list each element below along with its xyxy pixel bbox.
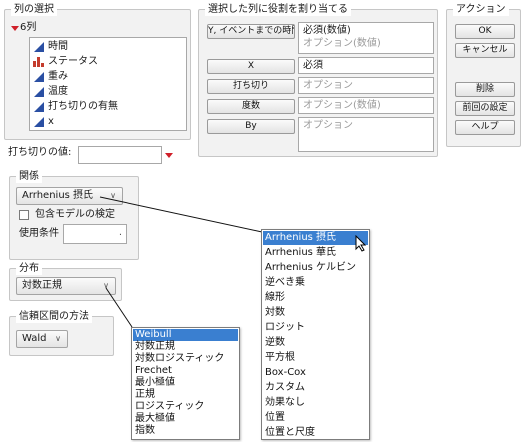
distribution-menu-item[interactable]: Weibull: [133, 329, 238, 341]
relationship-menu-item[interactable]: カスタム: [263, 381, 368, 395]
relationship-menu-item[interactable]: 位置: [263, 411, 368, 425]
distribution-menu-item[interactable]: 対数正規: [133, 341, 238, 353]
distribution-menu-item[interactable]: 最小極値: [133, 377, 238, 389]
relationship-menu-item[interactable]: 逆べき乗: [263, 276, 368, 290]
relationship-menu-item[interactable]: Arrhenius ケルビン: [263, 261, 368, 275]
relationship-menu-item[interactable]: Arrhenius 摂氏: [263, 231, 368, 245]
relationship-menu-item[interactable]: 位置と尺度: [263, 426, 368, 440]
relationship-menu-item[interactable]: 逆数: [263, 336, 368, 350]
relationship-menu-item[interactable]: 効果なし: [263, 396, 368, 410]
relationship-menu-item[interactable]: ロジット: [263, 321, 368, 335]
distribution-menu-item[interactable]: 対数ロジスティック: [133, 353, 238, 365]
distribution-menu-item[interactable]: ロジスティック: [133, 401, 238, 413]
distribution-menu-item[interactable]: Frechet: [133, 365, 238, 377]
distribution-menu-item[interactable]: 指数: [133, 425, 238, 437]
relationship-menu-item[interactable]: 平方根: [263, 351, 368, 365]
relationship-menu[interactable]: Arrhenius 摂氏 Arrhenius 華氏 Arrhenius ケルビン…: [261, 229, 370, 440]
relationship-menu-item[interactable]: Arrhenius 華氏: [263, 246, 368, 260]
distribution-menu-item[interactable]: 最大極値: [133, 413, 238, 425]
mouse-cursor-icon: [355, 235, 367, 252]
distribution-menu-item[interactable]: 正規: [133, 389, 238, 401]
relationship-menu-item[interactable]: Box-Cox: [263, 366, 368, 380]
distribution-menu[interactable]: Weibull 対数正規 対数ロジスティック Frechet 最小極値 正規 ロ…: [131, 327, 240, 440]
relationship-menu-item[interactable]: 対数: [263, 306, 368, 320]
relationship-menu-item[interactable]: 線形: [263, 291, 368, 305]
